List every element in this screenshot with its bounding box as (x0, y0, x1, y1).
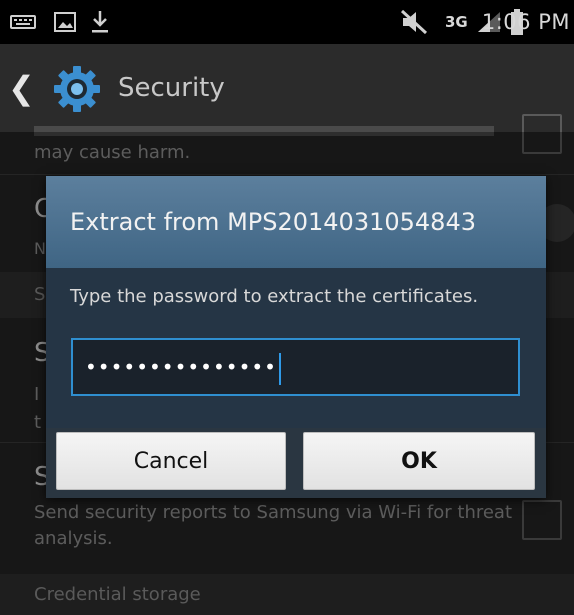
page-title: Security (118, 73, 225, 103)
ok-button[interactable]: OK (303, 432, 535, 490)
password-field-value[interactable]: ••••••••••••••• (85, 340, 281, 394)
extract-dialog: Extract from MPS2014031054843 Type the p… (46, 176, 546, 498)
download-icon (90, 0, 110, 44)
gear-icon[interactable] (52, 64, 102, 118)
network-type: 3G (445, 13, 468, 31)
mute-icon (400, 0, 430, 44)
password-dots: ••••••••••••••• (85, 355, 277, 379)
status-bar: 3G 1:06 PM (0, 0, 574, 44)
dialog-body: Type the password to extract the certifi… (46, 268, 546, 428)
image-notification-icon (54, 0, 76, 44)
back-chevron-icon[interactable]: ❮ (8, 72, 35, 104)
dialog-message: Type the password to extract the certifi… (70, 286, 479, 307)
cancel-button[interactable]: Cancel (56, 432, 286, 490)
keyboard-icon (10, 0, 36, 44)
password-field[interactable]: ••••••••••••••• (71, 338, 520, 396)
status-time: 1:06 PM (481, 10, 570, 34)
text-cursor (278, 352, 281, 385)
dialog-button-bar: Cancel OK (46, 428, 546, 498)
dialog-title: Extract from MPS2014031054843 (70, 208, 476, 236)
action-bar: ❮ Security (0, 44, 574, 132)
dialog-header: Extract from MPS2014031054843 (46, 176, 546, 268)
